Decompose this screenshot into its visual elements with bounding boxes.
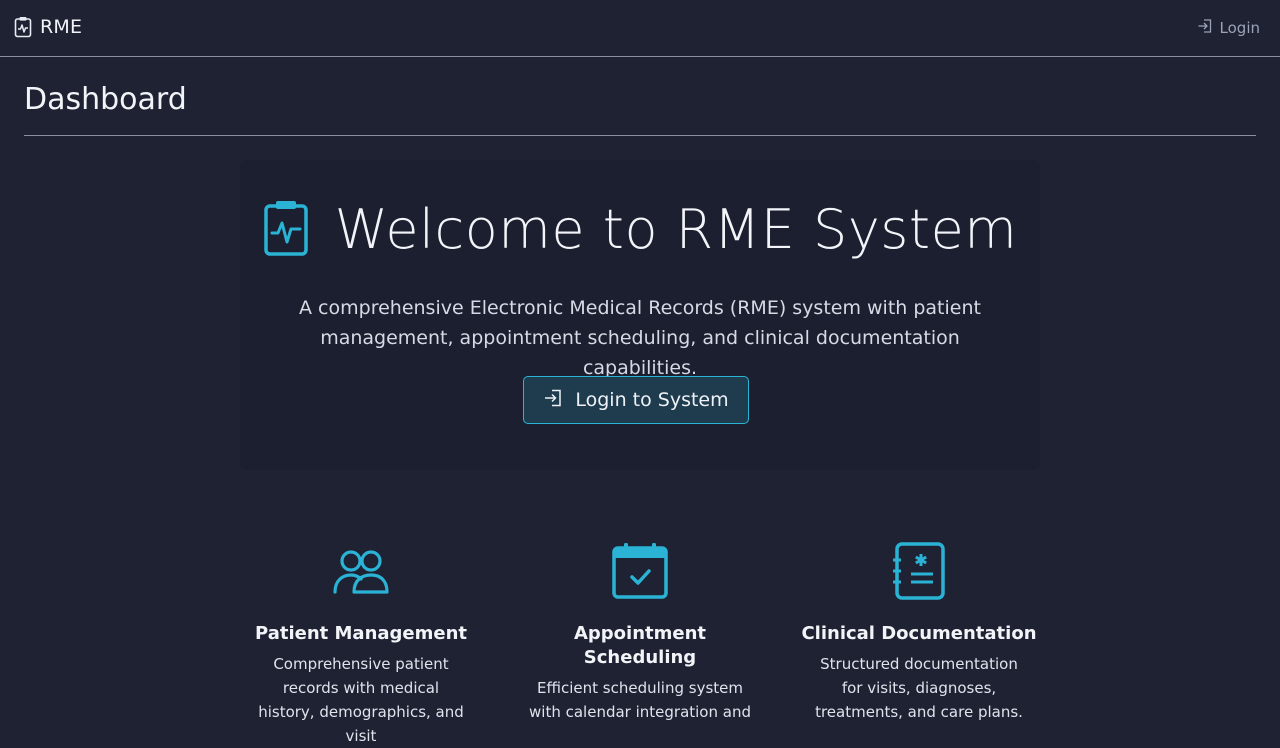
clipboard-pulse-icon [263, 199, 309, 261]
feature-description: Efficient scheduling system with calenda… [529, 679, 751, 721]
feature-description: Comprehensive patient records with medic… [258, 655, 464, 745]
login-arrow-icon [1197, 18, 1213, 38]
hero-description: A comprehensive Electronic Medical Recor… [299, 297, 981, 379]
feature-card-appointment-scheduling: Appointment Scheduling Efficient schedul… [510, 530, 770, 730]
feature-description: Structured documentation for visits, dia… [815, 655, 1023, 721]
nav-login-link[interactable]: Login [1197, 18, 1260, 38]
hero-heading: Welcome to RME System [0, 198, 1280, 261]
login-to-system-button[interactable]: Login to System [523, 376, 749, 424]
brand-link[interactable]: RME [14, 16, 82, 38]
login-to-system-label: Login to System [575, 389, 729, 411]
clipboard-pulse-icon [14, 16, 32, 38]
title-divider [24, 135, 1256, 136]
top-navbar: RME Login [0, 0, 1280, 57]
hero-title: Welcome to RME System [334, 198, 1018, 261]
login-arrow-icon [543, 388, 563, 413]
feature-title: Patient Management [254, 623, 468, 644]
nav-login-label: Login [1219, 19, 1260, 37]
brand-name: RME [40, 16, 83, 38]
feature-title: Appointment Scheduling [573, 623, 707, 668]
people-icon [332, 548, 390, 598]
feature-card-clinical-documentation: Clinical Documentation Structured docume… [789, 530, 1049, 730]
page-title: Dashboard [24, 82, 187, 117]
feature-title: Clinical Documentation [801, 623, 1037, 644]
calendar-check-icon [611, 542, 669, 604]
medical-document-icon [891, 542, 947, 604]
feature-card-patient-management: Patient Management Comprehensive patient… [231, 530, 491, 745]
